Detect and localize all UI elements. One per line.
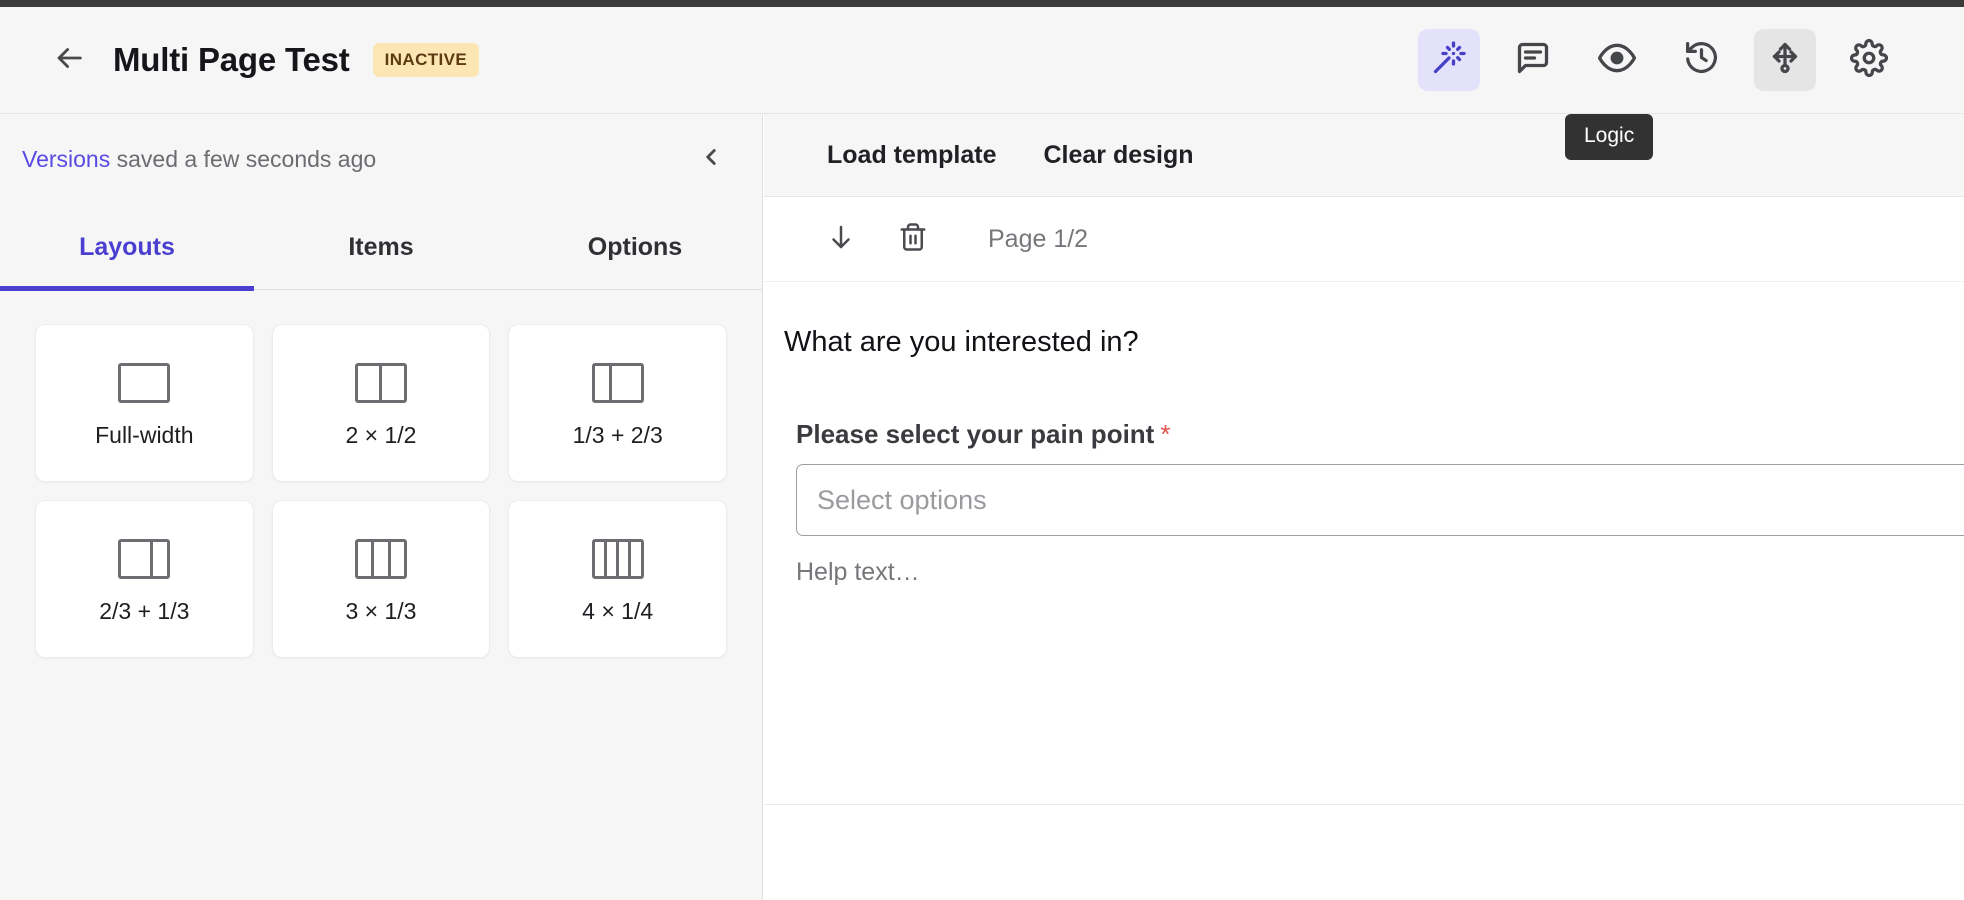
select-placeholder-text: Select options bbox=[817, 484, 987, 515]
app-header: Multi Page Test INACTIVE bbox=[0, 7, 1964, 114]
layout-label: 4 × 1/4 bbox=[582, 598, 654, 624]
status-badge: INACTIVE bbox=[372, 43, 480, 77]
chevron-left-icon bbox=[698, 144, 724, 175]
layout-options-grid: Full-width 2 × 1/2 1/3 + 2/3 2/3 + 1/3 3… bbox=[0, 290, 762, 658]
clear-design-button[interactable]: Clear design bbox=[1043, 141, 1193, 170]
history-clock-icon bbox=[1683, 39, 1720, 81]
tab-options[interactable]: Options bbox=[508, 204, 762, 290]
logic-tooltip: Logic bbox=[1565, 114, 1654, 161]
design-canvas-panel: Load template Clear design Page 1/2 What… bbox=[764, 114, 1964, 900]
magic-wand-icon bbox=[1431, 40, 1467, 81]
arrow-down-icon bbox=[826, 222, 856, 257]
layout-icon-twothirds-third bbox=[118, 533, 171, 585]
comment-icon bbox=[1515, 40, 1551, 81]
browser-chrome-strip bbox=[0, 0, 1964, 7]
page-title: Multi Page Test bbox=[113, 41, 350, 78]
back-button[interactable] bbox=[47, 38, 91, 82]
load-template-button[interactable]: Load template bbox=[827, 141, 996, 170]
required-marker: * bbox=[1160, 419, 1171, 449]
layout-card-full-width[interactable]: Full-width bbox=[35, 324, 254, 482]
layout-card-twothirds-third[interactable]: 2/3 + 1/3 bbox=[35, 500, 254, 658]
layout-card-three-thirds[interactable]: 3 × 1/3 bbox=[271, 500, 491, 658]
sidebar-collapse-button[interactable] bbox=[694, 142, 728, 176]
field-label-text: Please select your pain point bbox=[796, 419, 1155, 449]
form-builder-app: Multi Page Test INACTIVE Logic Versions … bbox=[0, 0, 1964, 900]
form-question-text: What are you interested in? bbox=[784, 326, 1139, 358]
page-card: Page 1/2 What are you interested in? Ple… bbox=[764, 197, 1964, 805]
left-sidebar: Versions saved a few seconds ago Layouts… bbox=[0, 114, 763, 900]
layout-icon-third-twothirds bbox=[591, 357, 644, 409]
layout-icon-two-halves bbox=[354, 357, 407, 409]
logic-branch-icon bbox=[1767, 40, 1803, 81]
design-tool-button[interactable] bbox=[1418, 29, 1480, 91]
history-tool-button[interactable] bbox=[1670, 29, 1732, 91]
layout-label: 2 × 1/2 bbox=[345, 422, 417, 448]
pain-point-field-block: Please select your pain point * Select op… bbox=[764, 419, 1964, 587]
arrow-left-icon bbox=[52, 41, 86, 80]
form-body: What are you interested in? Please selec… bbox=[764, 282, 1964, 804]
eye-icon bbox=[1597, 39, 1637, 82]
page-indicator: Page 1/2 bbox=[988, 224, 1089, 253]
move-page-down-button[interactable] bbox=[822, 220, 860, 258]
versions-link[interactable]: Versions bbox=[22, 146, 110, 172]
tab-items[interactable]: Items bbox=[254, 204, 508, 290]
header-toolbar bbox=[1418, 29, 1900, 91]
layout-icon-three-thirds bbox=[354, 533, 407, 585]
delete-page-button[interactable] bbox=[894, 220, 932, 258]
layout-icon-four-quarters bbox=[591, 533, 644, 585]
comments-tool-button[interactable] bbox=[1502, 29, 1564, 91]
layout-label: 2/3 + 1/3 bbox=[99, 598, 190, 624]
layout-card-two-halves[interactable]: 2 × 1/2 bbox=[271, 324, 491, 482]
pain-point-select[interactable]: Select options bbox=[796, 464, 1964, 536]
canvas-toolbar: Load template Clear design bbox=[764, 114, 1964, 197]
preview-tool-button[interactable] bbox=[1586, 29, 1648, 91]
settings-tool-button[interactable] bbox=[1838, 29, 1900, 91]
layout-label: 1/3 + 2/3 bbox=[572, 422, 663, 448]
logic-tool-button[interactable] bbox=[1754, 29, 1816, 91]
pain-point-help-text: Help text… bbox=[796, 558, 920, 586]
layout-icon-full-width bbox=[118, 357, 171, 409]
gear-icon bbox=[1850, 38, 1888, 82]
versions-bar: Versions saved a few seconds ago bbox=[0, 114, 762, 204]
pain-point-field-label: Please select your pain point * bbox=[796, 419, 1964, 450]
canvas-bottom-area bbox=[764, 805, 1964, 867]
sidebar-tabs: Layouts Items Options bbox=[0, 204, 762, 291]
layout-card-third-twothirds[interactable]: 1/3 + 2/3 bbox=[508, 324, 727, 482]
versions-status-text: Versions saved a few seconds ago bbox=[22, 146, 376, 173]
page-toolbar: Page 1/2 bbox=[764, 197, 1964, 282]
versions-saved-text: saved a few seconds ago bbox=[110, 145, 377, 172]
layout-label: 3 × 1/3 bbox=[345, 598, 417, 624]
tab-layouts[interactable]: Layouts bbox=[0, 204, 254, 291]
layout-label: Full-width bbox=[95, 422, 194, 448]
trash-icon bbox=[898, 222, 928, 257]
layout-card-four-quarters[interactable]: 4 × 1/4 bbox=[508, 500, 727, 658]
